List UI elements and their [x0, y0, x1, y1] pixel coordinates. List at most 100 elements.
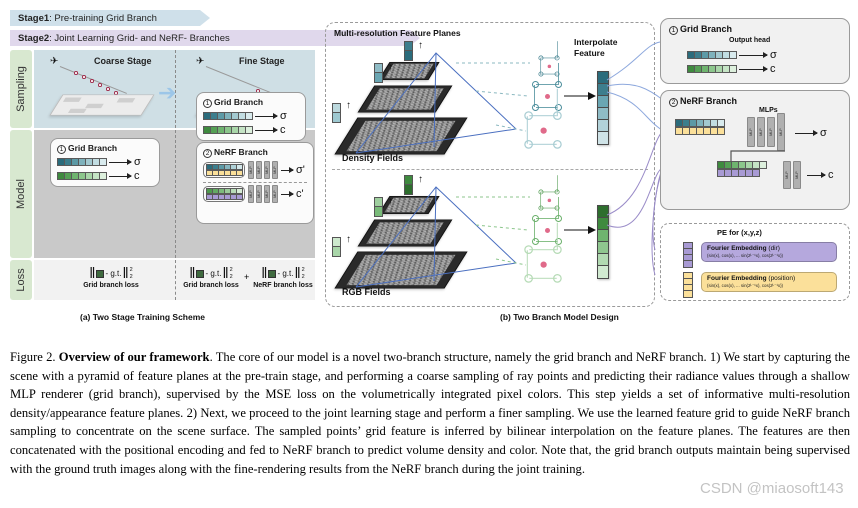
grid-branch-card-fine: 1 Grid Branch σ c	[196, 92, 306, 141]
color-prime-symbol: c'	[296, 188, 304, 200]
norm-bar-left: ‖	[89, 265, 96, 282]
fourier-dir-formula: (sin(x), cos(x), ... sin(2ᴸ⁻¹x), cos(2ᴸ⁻…	[707, 253, 784, 258]
stage-transition-arrow-icon: ➔	[158, 80, 177, 105]
mlp-tag: MLP	[273, 190, 277, 198]
sample-dot	[98, 83, 102, 87]
level0-feature-vector	[332, 103, 341, 123]
fourier-pos-title: Fourier Embedding (position)	[707, 275, 831, 282]
norm-exponents: 2 2	[302, 267, 305, 279]
fourier-dir-suffix: (dir)	[766, 245, 780, 252]
fourier-pos-title-text: Fourier Embedding	[707, 275, 767, 282]
mlp-tag: MLP	[769, 128, 773, 136]
sigma-symbol: σ	[280, 110, 287, 122]
panel-branch-details: 1 Grid Branch Output head σ c 2 NeRF Bra…	[660, 18, 850, 310]
norm-bar-right: ‖	[122, 265, 129, 282]
loss-caption: Grid branch loss	[83, 282, 139, 289]
fourier-dir-title: Fourier Embedding (dir)	[707, 245, 831, 252]
mlp-tag: MLP	[273, 166, 277, 174]
norm-sub: 2	[229, 273, 233, 280]
terrain-plane	[49, 94, 155, 116]
grid-branch-card-coarse: 1 Grid Branch σ c	[50, 138, 160, 187]
render-swatch	[196, 269, 205, 278]
mlp-stack-sigma: MLP MLP MLP MLP	[248, 161, 278, 179]
gt-text: - g.t.	[105, 269, 122, 278]
nerf-branch-detail-card: 2 NeRF Branch MLPs MLP MLP MLP MLP σ MLP…	[660, 90, 850, 210]
row-label-sampling: Sampling	[10, 50, 32, 128]
sigma-symbol: σ	[134, 156, 141, 168]
ray-line	[205, 66, 273, 94]
level0-feature-vector	[332, 237, 341, 257]
direction-encoding-vector	[206, 194, 243, 200]
loss-expression: ‖ - g.t. ‖ 2 2	[52, 266, 170, 281]
mlp-stack-sigma: MLP MLP MLP MLP	[747, 113, 785, 151]
nerf-inner-divider	[203, 182, 307, 183]
interp-node-level2	[538, 175, 560, 211]
loss-plus-sign: +	[244, 272, 250, 282]
mlp-block: MLP	[767, 117, 775, 147]
grid-branch-output-card: 1 Grid Branch Output head σ c	[660, 18, 850, 84]
nerf-color-output: c	[807, 169, 834, 181]
interp-node-level0	[524, 222, 562, 283]
color-flow: c	[57, 170, 153, 182]
grid-branch-title: 1 Grid Branch	[203, 97, 299, 108]
mlp-tag: MLP	[785, 171, 789, 179]
panel-a-subcaption: (a) Two Stage Training Scheme	[80, 312, 206, 322]
mlp-tag: MLP	[249, 166, 253, 174]
grid-branch-title-text: Grid Branch	[680, 24, 733, 34]
panel-b-subcaption: (b) Two Branch Model Design	[500, 312, 619, 322]
render-swatch	[268, 269, 277, 278]
feature-plane-level1	[357, 219, 453, 247]
mlp-tag: MLP	[265, 166, 269, 174]
mlp-tag: MLP	[759, 128, 763, 136]
band-loss: ‖ - g.t. ‖ 2 2 Grid branch loss ‖ - g.t.	[34, 260, 315, 300]
color-symbol: c	[134, 170, 140, 182]
color-symbol: c	[828, 169, 834, 181]
up-arrow-icon: ↑	[388, 62, 393, 73]
badge-number-two: 2	[203, 149, 212, 158]
level1-feature-vector	[374, 63, 383, 83]
density-interpolated-vector	[597, 71, 609, 145]
dir-encoding-swatch-column	[683, 242, 693, 268]
sigma-input-group	[203, 162, 245, 178]
nerf-branch-card: 2 NeRF Branch MLP MLP MLP MLP σ' MLP MLP…	[196, 142, 314, 224]
panel-two-branch-model: Multi-resolution Feature Planes Interpol…	[325, 22, 655, 307]
feature-plane-level1	[357, 85, 453, 113]
band-model: 1 Grid Branch σ c 1 Grid Branch σ c 2 Ne…	[34, 92, 315, 258]
density-feature-vector	[687, 51, 737, 59]
stage2-text: : Joint Learning Grid- and NeRF- Branche…	[49, 32, 230, 44]
drone-icon: ✈	[196, 56, 205, 67]
arrow-icon	[109, 159, 132, 165]
mlp-block: MLP	[777, 113, 785, 151]
nerf-sigma-input	[675, 119, 725, 135]
loss-nerf-right: ‖ - g.t. ‖ 2 2 NeRF branch loss	[252, 266, 314, 289]
figure-caption: Figure 2. Overview of our framework. The…	[10, 348, 850, 478]
arrow-icon	[281, 167, 294, 173]
color-input-group	[203, 186, 245, 202]
fourier-pos-suffix: (position)	[766, 275, 796, 282]
up-arrow-icon: ↑	[418, 40, 423, 51]
gt-text: - g.t.	[277, 269, 294, 278]
arrow-icon	[807, 172, 826, 178]
mlp-block: MLP	[783, 161, 791, 189]
color-flow: c	[203, 124, 299, 136]
gt-text: - g.t.	[205, 269, 222, 278]
color-feature-vector	[203, 126, 253, 134]
loss-caption: NeRF branch loss	[253, 282, 313, 289]
nerf-sigma-row: MLP MLP MLP MLP σ'	[203, 161, 307, 179]
up-arrow-icon: ↑	[346, 234, 351, 245]
sample-dot	[90, 79, 94, 83]
density-fields-label: Density Fields	[342, 153, 404, 163]
row-label-model: Model	[10, 130, 32, 258]
nerf-color-input	[717, 161, 767, 177]
row-label-loss: Loss	[10, 260, 32, 300]
coarse-scene: ✈	[38, 54, 168, 126]
norm-exponents: 2 2	[230, 267, 233, 279]
stage-divider	[174, 260, 176, 300]
row-label-sampling-text: Sampling	[15, 66, 27, 112]
mlp-tag: MLP	[249, 190, 253, 198]
stage2-label: Stage2	[18, 32, 50, 44]
pos-encoding-swatch-column	[683, 272, 693, 298]
fourier-embedding-dir-box: Fourier Embedding (dir) (sin(x), cos(x),…	[701, 242, 837, 262]
sample-dot	[82, 75, 86, 79]
rgb-pyramid: ↑ ↑ ↑ RGB Fields	[326, 175, 656, 297]
